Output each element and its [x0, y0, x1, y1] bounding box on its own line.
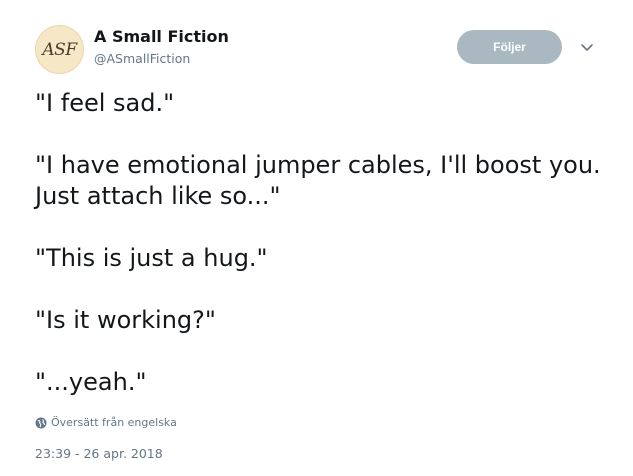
globe-icon [35, 417, 47, 428]
following-button[interactable]: Följer [457, 30, 562, 64]
tweet-line: "I have emotional jumper cables, I'll bo… [35, 151, 601, 210]
tweet-text: "I feel sad." "I have emotional jumper c… [35, 88, 605, 398]
tweet-line: "Is it working?" [35, 306, 216, 334]
author-display-name[interactable]: A Small Fiction [94, 27, 229, 46]
avatar-logo-text: ASF [42, 39, 77, 60]
chevron-down-icon[interactable] [579, 39, 595, 55]
tweet-timestamp[interactable]: 23:39 - 26 apr. 2018 [35, 446, 163, 461]
tweet-line: "...yeah." [35, 368, 147, 396]
tweet-line: "This is just a hug." [35, 244, 268, 272]
translate-label[interactable]: Översätt från engelska [51, 416, 177, 429]
tweet-line: "I feel sad." [35, 89, 175, 117]
avatar[interactable]: ASF [35, 25, 84, 74]
translate-link[interactable]: Översätt från engelska [35, 416, 177, 429]
author-handle[interactable]: @ASmallFiction [94, 51, 190, 66]
